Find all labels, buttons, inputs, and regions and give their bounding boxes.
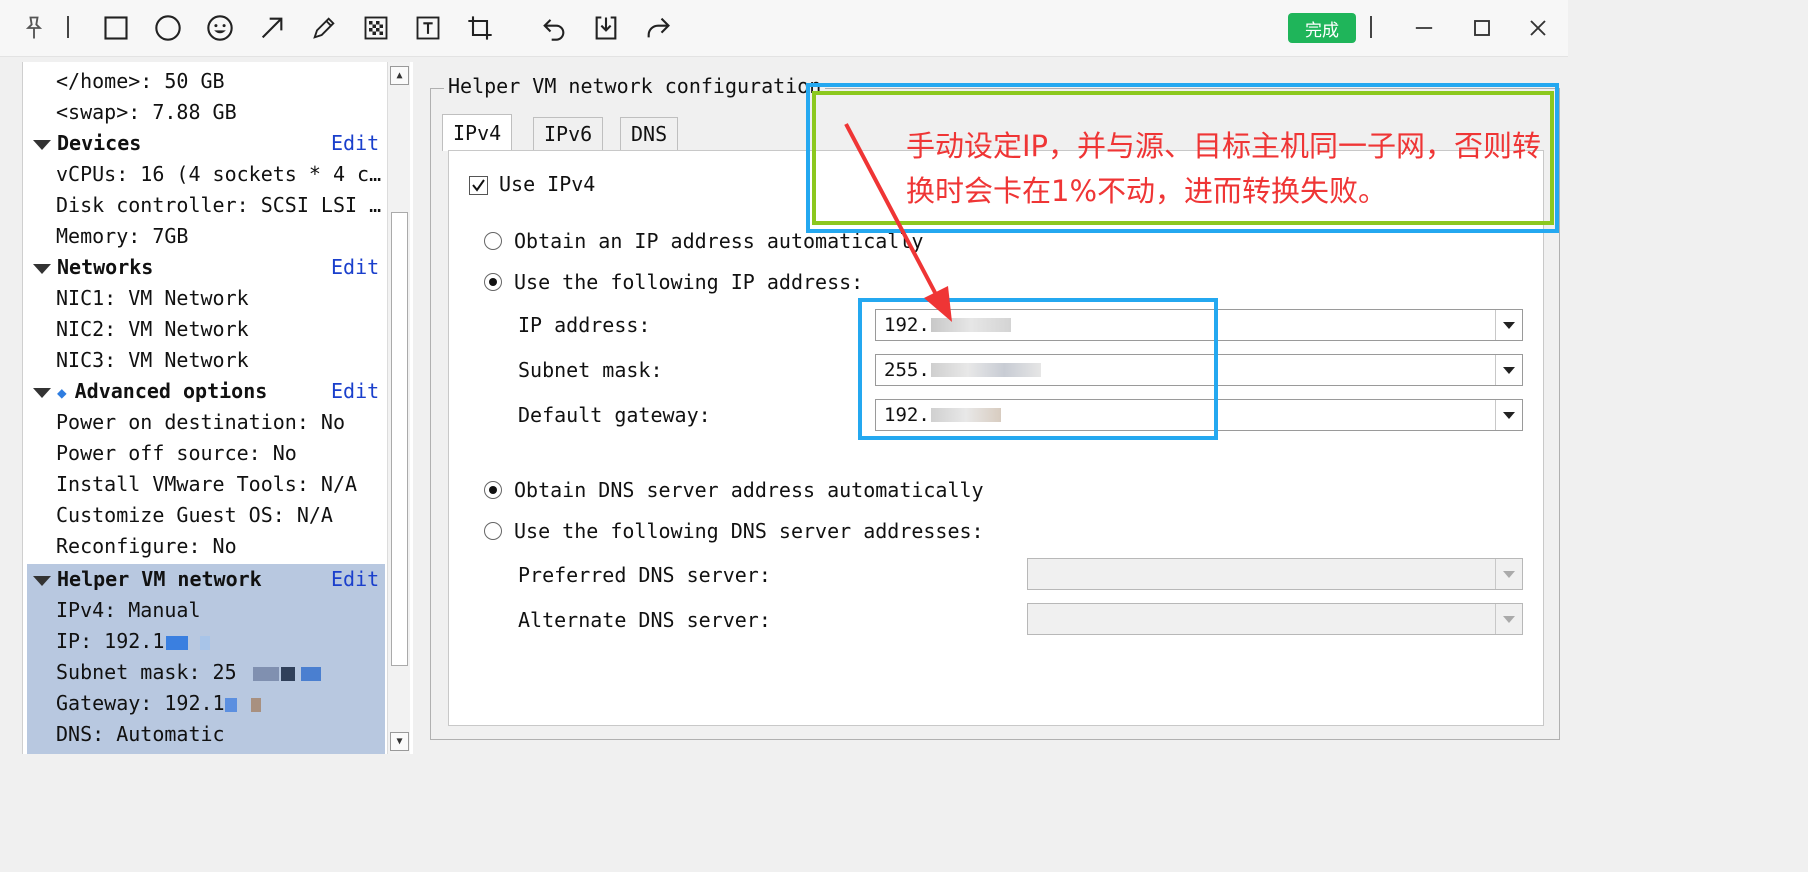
annotation-arrow-icon: [844, 123, 952, 322]
